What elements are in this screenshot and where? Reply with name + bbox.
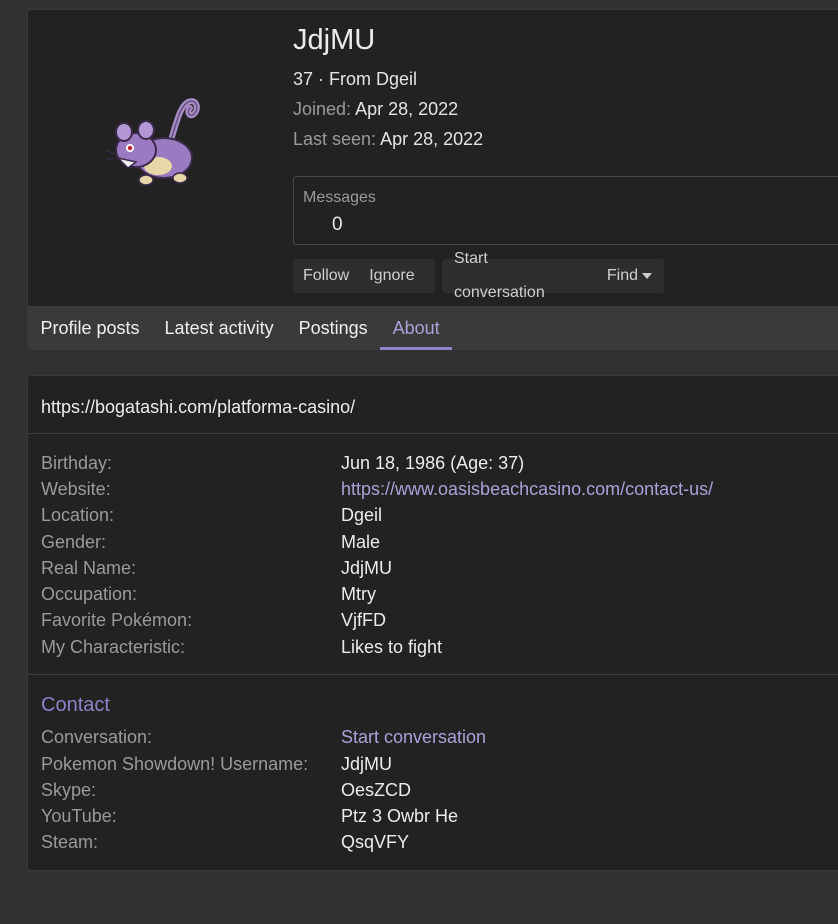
field-gender: Gender: Male [41, 532, 838, 558]
field-label: Occupation: [41, 584, 138, 604]
start-conversation-button[interactable]: Start conversation [442, 250, 595, 301]
messages-count[interactable]: 0 [332, 214, 343, 236]
divider [28, 674, 838, 675]
chevron-down-icon [642, 273, 652, 279]
field-label: Real Name: [41, 558, 137, 578]
field-value: Likes to fight [341, 637, 443, 657]
contact-heading: Contact [41, 694, 110, 716]
field-label: Gender: [41, 532, 107, 552]
age-location: 37 · From Dgeil [293, 69, 418, 89]
follow-button[interactable]: Follow [293, 259, 359, 293]
ignore-button[interactable]: Ignore [359, 259, 424, 293]
tab-latest-activity[interactable]: Latest activity [152, 306, 286, 350]
contact-youtube: YouTube: Ptz 3 Owbr He [41, 806, 838, 832]
field-real-name: Real Name: JdjMU [41, 558, 838, 584]
field-label: YouTube: [41, 806, 117, 826]
find-label: Find [606, 267, 638, 284]
field-value: Mtry [341, 584, 376, 604]
field-value: Dgeil [341, 505, 383, 525]
field-birthday: Birthday: Jun 18, 1986 (Age: 37) [41, 453, 838, 479]
about-text: https://bogatashi.com/platforma-casino/ [41, 397, 356, 417]
field-label: Website: [41, 479, 111, 499]
field-website: Website: https://www.oasisbeachcasino.co… [41, 479, 838, 505]
field-label: Favorite Pokémon: [41, 610, 193, 630]
field-value: QsqVFY [341, 832, 410, 852]
field-value: JdjMU [341, 558, 393, 578]
contact-skype: Skype: OesZCD [41, 780, 838, 806]
joined-value: Apr 28, 2022 [355, 99, 459, 119]
profile-tabs: Profile posts Latest activity Postings A… [28, 306, 838, 350]
contact-showdown: Pokemon Showdown! Username: JdjMU [41, 754, 838, 780]
rattata-sprite-icon[interactable] [106, 88, 202, 198]
last-seen-value: Apr 28, 2022 [380, 129, 484, 149]
field-location: Location: Dgeil [41, 505, 838, 531]
field-value: JdjMU [341, 754, 393, 774]
field-value: OesZCD [341, 780, 412, 800]
conversation-find-group: Start conversation Find [442, 250, 664, 301]
tab-profile-posts[interactable]: Profile posts [28, 306, 152, 350]
divider [28, 433, 838, 434]
about-panel: https://bogatashi.com/platforma-casino/ … [27, 375, 838, 871]
profile-header: JdjMU 37 · From Dgeil Joined: Apr 28, 20… [27, 9, 838, 350]
messages-stat: Messages 0 [293, 176, 838, 245]
field-label: My Characteristic: [41, 637, 186, 657]
joined-line: Joined: Apr 28, 2022 [293, 99, 458, 120]
field-favorite-pokemon: Favorite Pokémon: VjfFD [41, 610, 838, 636]
tab-postings[interactable]: Postings [286, 306, 380, 350]
last-seen-line: Last seen: Apr 28, 2022 [293, 129, 483, 150]
tab-about[interactable]: About [380, 306, 453, 350]
contact-steam: Steam: QsqVFY [41, 832, 838, 858]
field-occupation: Occupation: Mtry [41, 584, 838, 610]
website-link[interactable]: https://www.oasisbeachcasino.com/contact… [341, 479, 713, 500]
profile-username: JdjMU [293, 24, 376, 56]
field-value: Jun 18, 1986 (Age: 37) [341, 453, 525, 473]
field-label: Location: [41, 505, 115, 525]
field-value: Ptz 3 Owbr He [341, 806, 459, 826]
last-seen-label: Last seen: [293, 129, 377, 149]
start-conversation-link[interactable]: Start conversation [341, 727, 486, 748]
find-menu-button[interactable]: Find [595, 259, 664, 293]
contact-conversation: Conversation: Start conversation [41, 727, 838, 753]
joined-label: Joined: [293, 99, 352, 119]
field-value: VjfFD [341, 610, 386, 630]
field-label: Pokemon Showdown! Username: [41, 754, 309, 774]
follow-ignore-group: Follow Ignore [293, 259, 435, 293]
field-characteristic: My Characteristic: Likes to fight [41, 637, 838, 663]
field-label: Conversation: [41, 727, 153, 747]
field-label: Skype: [41, 780, 97, 800]
field-value: Male [341, 532, 381, 552]
messages-label: Messages [303, 189, 376, 206]
field-label: Steam: [41, 832, 99, 852]
field-label: Birthday: [41, 453, 113, 473]
